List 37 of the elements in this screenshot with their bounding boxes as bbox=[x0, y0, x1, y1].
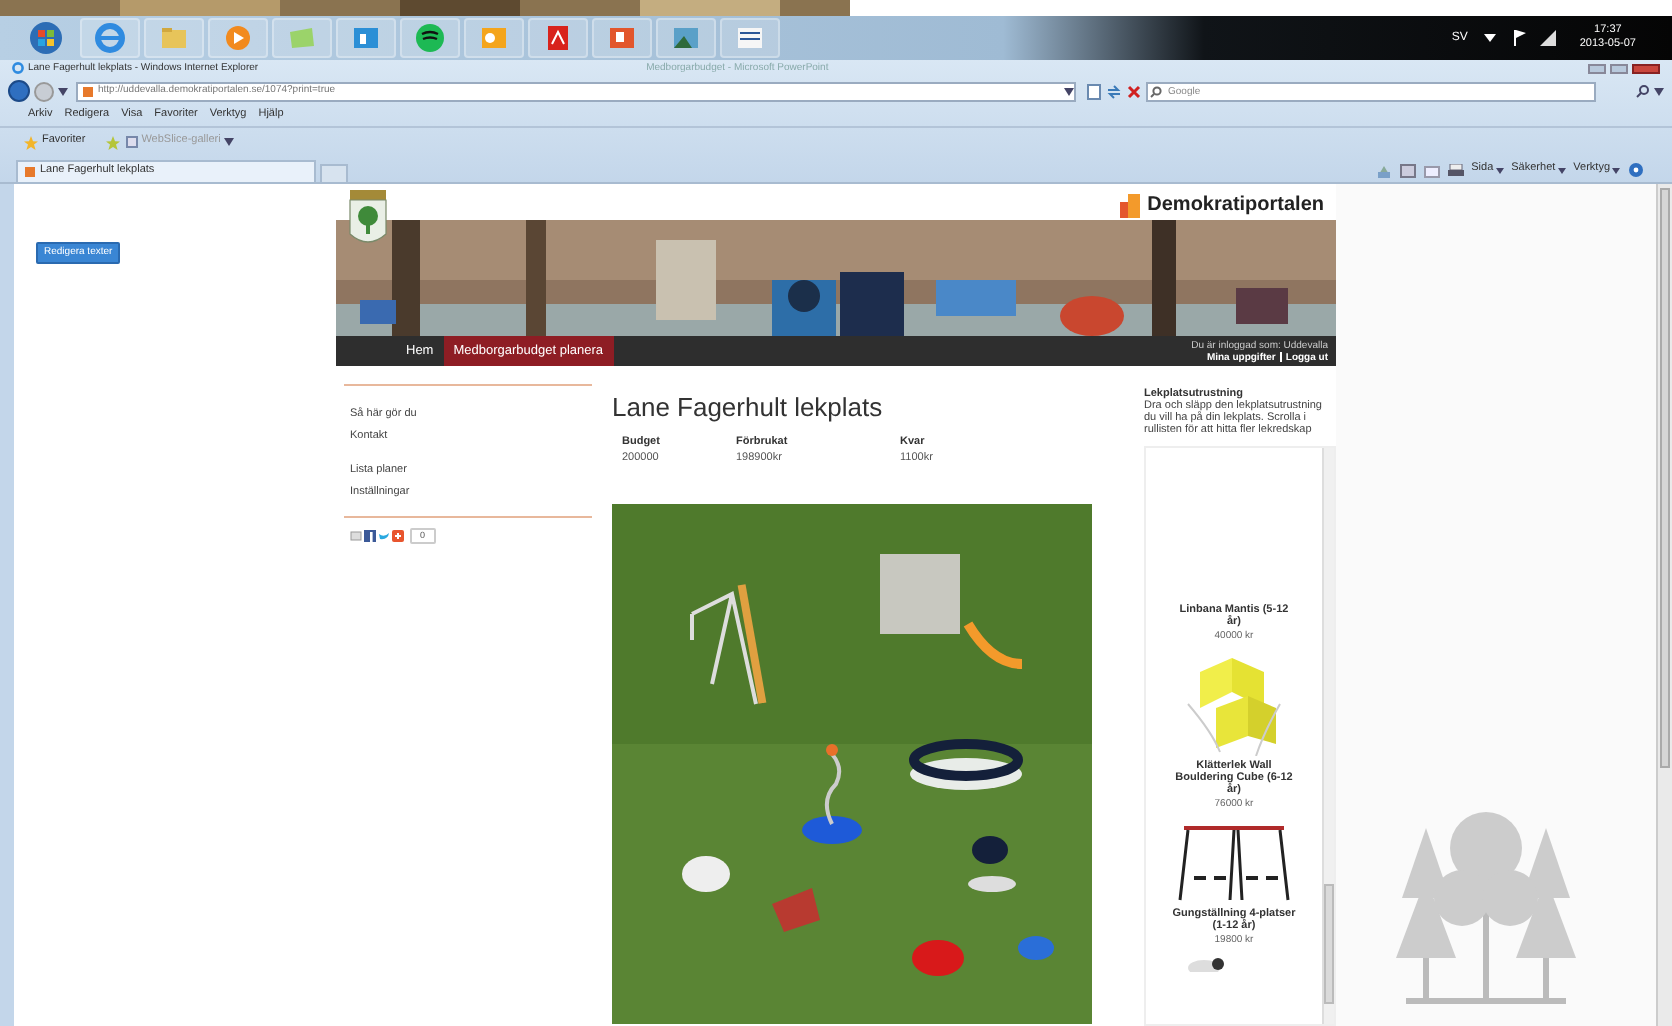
back-button[interactable] bbox=[8, 80, 30, 102]
scrollbar[interactable] bbox=[1322, 448, 1334, 1024]
caret-icon bbox=[1612, 167, 1620, 173]
site-icon bbox=[82, 85, 94, 97]
taskbar-button[interactable] bbox=[720, 18, 780, 58]
caret-icon[interactable] bbox=[58, 87, 68, 95]
page-icon bbox=[125, 136, 138, 148]
print-icon[interactable] bbox=[1447, 163, 1464, 177]
caret-icon bbox=[1495, 167, 1504, 173]
refresh-icon[interactable] bbox=[1106, 83, 1122, 99]
caret-icon bbox=[1557, 167, 1566, 173]
caret-icon[interactable] bbox=[1483, 32, 1496, 44]
brand-logo-icon bbox=[1119, 193, 1144, 217]
taskbar-button[interactable] bbox=[400, 18, 460, 58]
caret-icon[interactable] bbox=[1064, 87, 1074, 95]
page-title: Lane Fagerhult lekplats bbox=[612, 394, 885, 420]
site-icon bbox=[24, 166, 36, 178]
search-icon[interactable] bbox=[1636, 84, 1650, 98]
stop-icon[interactable] bbox=[1126, 83, 1142, 99]
minimize-button[interactable] bbox=[1588, 63, 1606, 73]
search-icon bbox=[1150, 85, 1162, 97]
signal-icon[interactable] bbox=[1539, 30, 1556, 46]
play-icon bbox=[220, 20, 256, 56]
music-icon bbox=[412, 20, 448, 56]
browser-icon bbox=[12, 62, 24, 74]
star-icon bbox=[24, 135, 38, 149]
close-button[interactable] bbox=[1632, 63, 1660, 73]
maximize-button[interactable] bbox=[1610, 63, 1628, 73]
flag-icon[interactable] bbox=[1511, 30, 1528, 46]
help-icon[interactable] bbox=[1628, 162, 1644, 178]
browser-icon bbox=[92, 20, 128, 56]
scrollbar[interactable] bbox=[1656, 184, 1672, 1026]
plus-icon[interactable] bbox=[392, 529, 404, 542]
caret-icon[interactable] bbox=[1654, 87, 1664, 95]
caret-icon bbox=[224, 138, 235, 146]
brand-name: Demokratiportalen bbox=[1147, 195, 1324, 215]
facebook-icon[interactable] bbox=[364, 529, 376, 542]
